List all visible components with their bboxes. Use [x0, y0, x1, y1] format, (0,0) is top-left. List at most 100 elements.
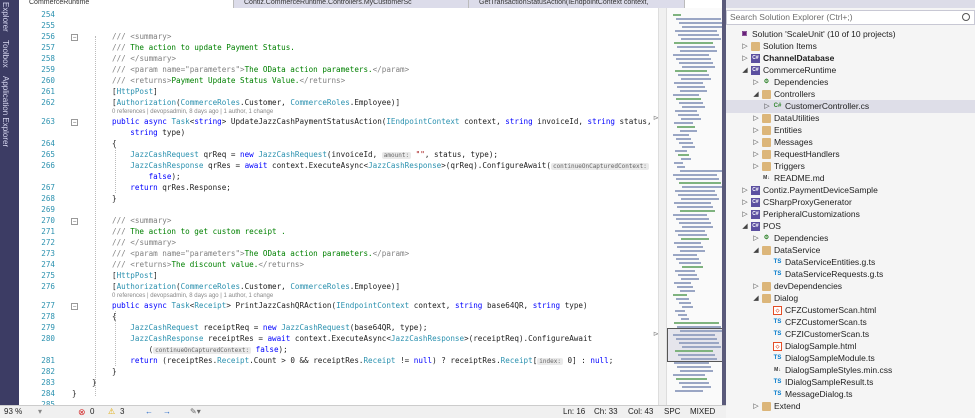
code-line[interactable]: 260 /// <returns>Payment Update Status Va…: [19, 76, 659, 87]
whitespace-indicator[interactable]: SPC: [664, 406, 680, 418]
minimap-line: [679, 222, 711, 224]
minimap-line: [675, 70, 707, 72]
chevron-right-icon[interactable]: ▷: [752, 400, 760, 413]
minimap-line: [678, 154, 689, 156]
solution-tree-item[interactable]: ▷ Extend: [726, 400, 975, 413]
code-minimap[interactable]: [666, 8, 725, 405]
codelens-info[interactable]: 0 references | devopsadmin, 8 days ago |…: [112, 293, 273, 299]
editor-vertical-scrollbar[interactable]: [658, 8, 666, 405]
nav-forward-icon[interactable]: →: [163, 406, 171, 418]
code-line[interactable]: 273 /// <param name="parameters">The ODat…: [19, 249, 659, 260]
code-line[interactable]: 268}: [19, 194, 659, 205]
minimap-line: [681, 358, 717, 360]
minimap-line: [682, 266, 703, 268]
code-line[interactable]: 274 /// <returns>The discount value.</ret…: [19, 260, 659, 271]
toolbox-side-tab[interactable]: Toolbox: [1, 40, 10, 68]
code-line[interactable]: 283}: [19, 378, 659, 389]
line-endings-indicator[interactable]: MIXED: [690, 406, 715, 418]
minimap-line: [680, 250, 705, 252]
code-line[interactable]: 265 JazzCashRequest qrReq = new JazzCash…: [19, 150, 659, 161]
minimap-line: [673, 294, 687, 296]
code-line[interactable]: 277 − public async Task<Receipt> PrintJazz…: [19, 301, 659, 312]
minimap-line: [673, 374, 705, 376]
code-text: (continueOnCapturedContext: false);: [112, 345, 288, 354]
minimap-line: [679, 142, 693, 144]
code-text: }: [112, 194, 117, 203]
collapse-icon[interactable]: −: [71, 303, 78, 310]
code-line[interactable]: 279 JazzCashRequest receiptReq = new Jaz…: [19, 323, 659, 334]
code-line[interactable]: 275 [HttpPost]: [19, 271, 659, 282]
minimap-line: [674, 42, 713, 44]
code-line[interactable]: 256 − /// <summary>: [19, 32, 659, 43]
brush-icon[interactable]: ✎▾: [190, 406, 201, 418]
application-explorer-side-tab[interactable]: Application Explorer: [1, 76, 10, 147]
collapse-icon[interactable]: −: [71, 34, 78, 41]
minimap-line: [679, 342, 719, 344]
code-line[interactable]: 284}: [19, 389, 659, 400]
code-line[interactable]: 271 /// The action to get custom receipt …: [19, 227, 659, 238]
code-line[interactable]: 259 /// <param name="parameters">The ODat…: [19, 65, 659, 76]
code-line[interactable]: 282}: [19, 367, 659, 378]
code-line[interactable]: 254: [19, 10, 659, 21]
code-line[interactable]: 276 [Authorization(CommerceRoles.Customer…: [19, 282, 659, 293]
left-tool-strip: Explorer Toolbox Application Explorer: [0, 0, 19, 418]
line-number: 260: [41, 76, 55, 85]
warning-icon[interactable]: ⚠: [108, 406, 115, 418]
minimap-line: [673, 334, 715, 336]
code-line[interactable]: string type): [19, 128, 659, 139]
code-line[interactable]: 267 return qrRes.Response;: [19, 183, 659, 194]
minimap-line: [677, 206, 713, 208]
csharp-file-icon: C#: [773, 103, 782, 109]
tab-commerceruntime[interactable]: CommerceRuntime: [19, 0, 234, 8]
code-line[interactable]: false);: [19, 172, 659, 183]
search-icon[interactable]: [962, 13, 970, 21]
error-icon[interactable]: ⊗: [78, 406, 86, 418]
minimap-line: [680, 50, 717, 52]
code-line[interactable]: 278 {: [19, 312, 659, 323]
code-line[interactable]: 258 /// </summary>: [19, 54, 659, 65]
minimap-line: [677, 86, 705, 88]
minimap-line: [679, 102, 703, 104]
minimap-line: [676, 138, 691, 140]
code-text: /// <summary>: [112, 32, 172, 41]
code-line[interactable]: 257 /// The action to update Payment Stat…: [19, 43, 659, 54]
nav-back-icon[interactable]: ←: [145, 406, 153, 418]
folder-icon: [762, 114, 771, 123]
chevron-down-icon[interactable]: ▾: [38, 406, 42, 418]
codelens-info[interactable]: 0 references | devopsadmin, 8 days ago |…: [112, 109, 273, 115]
minimap-line: [675, 30, 717, 32]
typescript-file-icon: TS: [773, 331, 782, 337]
code-line[interactable]: 266 JazzCashResponse qrRes = await conte…: [19, 161, 659, 172]
code-line[interactable]: 269: [19, 205, 659, 216]
code-line[interactable]: 281 return (receiptRes.Receipt.Count > 0…: [19, 356, 659, 367]
code-editor[interactable]: 254 255 256 − /// <summary> 257 /// The action…: [19, 8, 666, 405]
code-text: /// </summary>: [112, 54, 177, 63]
folder-icon: [762, 246, 771, 255]
zoom-level[interactable]: 93 %: [4, 406, 22, 418]
code-line[interactable]: (continueOnCapturedContext: false);: [19, 345, 659, 356]
code-line[interactable]: 261 [HttpPost]: [19, 87, 659, 98]
line-number: 263: [41, 117, 55, 126]
line-number: 284: [41, 389, 55, 398]
code-text: [HttpPost]: [112, 271, 158, 280]
tab-member-dropdown[interactable]: GetTransactionStatusAction(IEndpointCont…: [469, 0, 685, 8]
code-line[interactable]: 262 [Authorization(CommerceRoles.Customer…: [19, 98, 659, 109]
code-text: /// <param name="parameters">The OData a…: [112, 249, 410, 258]
code-line[interactable]: 270 − /// <summary>: [19, 216, 659, 227]
project-icon: C#: [751, 222, 760, 231]
minimap-line: [675, 150, 687, 152]
collapse-icon[interactable]: −: [71, 218, 78, 225]
minimap-line: [682, 346, 721, 348]
collapse-icon[interactable]: −: [71, 119, 78, 126]
line-number: 275: [41, 271, 55, 280]
line-number: 267: [41, 183, 55, 192]
code-line[interactable]: 280 JazzCashResponse receiptRes = await …: [19, 334, 659, 345]
minimap-line: [680, 90, 707, 92]
code-line[interactable]: 264 {: [19, 139, 659, 150]
solution-explorer-search-input[interactable]: Search Solution Explorer (Ctrl+;): [726, 10, 975, 25]
tab-customer-controller[interactable]: Contiz.CommerceRuntime.Controllers.MyCus…: [234, 0, 469, 8]
code-line[interactable]: 255: [19, 21, 659, 32]
code-line[interactable]: 263 − public async Task<string> UpdateJazz…: [19, 117, 659, 128]
code-line[interactable]: 272 /// </summary>: [19, 238, 659, 249]
explorer-side-tab[interactable]: Explorer: [1, 2, 10, 32]
